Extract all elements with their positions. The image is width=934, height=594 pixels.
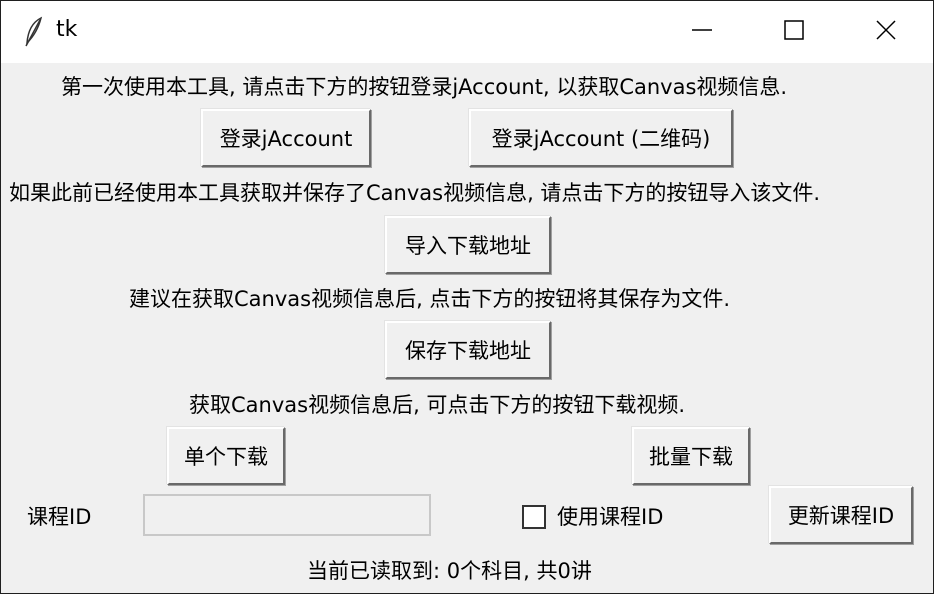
- import-hint-label: 如果此前已经使用本工具获取并保存了Canvas视频信息, 请点击下方的按钮导入该…: [9, 181, 821, 205]
- course-id-input[interactable]: [143, 494, 431, 536]
- feather-icon: [23, 16, 45, 48]
- use-course-id-checkbox[interactable]: [522, 505, 546, 529]
- single-download-button[interactable]: 单个下载: [167, 427, 285, 485]
- title-bar: tk: [1, 1, 933, 63]
- status-label: 当前已读取到: 0个科目, 共0讲: [307, 559, 592, 583]
- use-course-id-label: 使用课程ID: [557, 505, 664, 529]
- app-window: tk 第一次使用本工具, 请点击下方的按钮登录jAccount, 以获取Canv…: [0, 0, 934, 594]
- main-content: 第一次使用本工具, 请点击下方的按钮登录jAccount, 以获取Canvas视…: [1, 63, 933, 593]
- login-jaccount-button[interactable]: 登录jAccount: [201, 109, 371, 167]
- download-hint-label: 获取Canvas视频信息后, 可点击下方的按钮下载视频.: [189, 393, 686, 417]
- close-icon: [875, 19, 897, 45]
- maximize-button[interactable]: [748, 1, 840, 63]
- login-jaccount-qr-button[interactable]: 登录jAccount (二维码): [469, 109, 733, 167]
- first-use-label: 第一次使用本工具, 请点击下方的按钮登录jAccount, 以获取Canvas视…: [61, 75, 788, 99]
- batch-download-button[interactable]: 批量下载: [632, 427, 750, 485]
- save-hint-label: 建议在获取Canvas视频信息后, 点击下方的按钮将其保存为文件.: [129, 287, 731, 311]
- close-button[interactable]: [840, 1, 932, 63]
- course-id-label: 课程ID: [27, 505, 92, 529]
- save-download-urls-button[interactable]: 保存下载地址: [385, 321, 551, 379]
- update-course-id-button[interactable]: 更新课程ID: [769, 486, 913, 544]
- minimize-icon: [691, 19, 713, 45]
- window-title: tk: [56, 17, 78, 42]
- import-download-urls-button[interactable]: 导入下载地址: [385, 216, 551, 274]
- maximize-icon: [783, 19, 805, 45]
- minimize-button[interactable]: [656, 1, 748, 63]
